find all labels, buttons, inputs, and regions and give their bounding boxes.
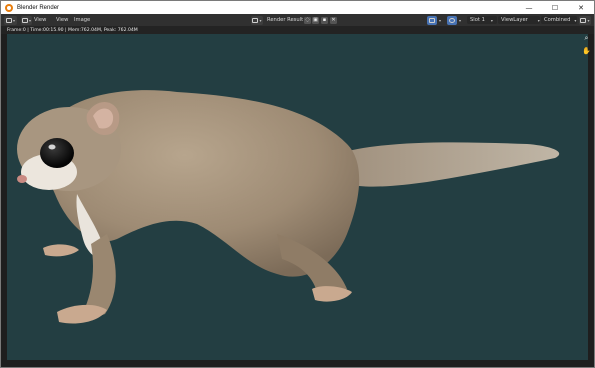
sidebar-icon [580, 17, 587, 23]
chevron-down-icon: ▾ [259, 17, 262, 23]
menu-view-2[interactable]: View [56, 14, 68, 26]
unlink-icon[interactable]: ✕ [330, 16, 337, 24]
chevron-down-icon[interactable]: ▾ [459, 14, 461, 26]
channels-icon [429, 17, 435, 23]
maximize-button[interactable]: ☐ [542, 1, 568, 14]
view-layer-label: ViewLayer [501, 17, 528, 23]
close-button[interactable]: ✕ [568, 1, 594, 14]
chevron-down-icon: ▾ [587, 17, 590, 23]
view-layer-select[interactable]: ViewLayer ▾ [498, 16, 540, 24]
chevron-down-icon: ▾ [537, 17, 540, 23]
browse-image-button[interactable]: ▾ [251, 15, 263, 25]
render-stats: Frame:0 | Time:00:15.90 | Mem:762.04M, P… [1, 26, 594, 34]
display-channels-button[interactable] [427, 15, 437, 25]
overlay-button[interactable] [447, 15, 457, 25]
squirrel-front-foot [57, 304, 107, 324]
new-image-icon[interactable]: ▣ [312, 16, 319, 24]
squirrel-tail [337, 142, 560, 187]
render-result-image[interactable] [7, 34, 588, 360]
chevron-down-icon: ▾ [490, 17, 493, 23]
sidebar-toggle-button[interactable]: ▾ [579, 15, 591, 25]
slot-select[interactable]: Slot 1 ▾ [467, 16, 497, 24]
image-name-field[interactable]: Render Result [267, 14, 303, 26]
view-mode-icon [22, 17, 28, 23]
squirrel-nose [17, 175, 27, 183]
blender-logo-icon [5, 3, 13, 12]
blender-render-window: Blender Render — ☐ ✕ ▾ ▾ View View Image… [0, 0, 595, 368]
title-bar[interactable]: Blender Render — ☐ ✕ [1, 1, 594, 14]
squirrel-eye [40, 138, 74, 168]
overlay-icon [449, 17, 455, 23]
image-viewport[interactable]: ⌕ ✋ [1, 34, 594, 367]
squirrel-left-paw [43, 244, 79, 257]
menu-image[interactable]: Image [74, 14, 90, 26]
image-editor-header: ▾ ▾ View View Image ▾ Render Result ◌ ▣ … [1, 14, 594, 26]
image-editor-icon [5, 17, 12, 23]
editor-type-button[interactable]: ▾ [4, 15, 17, 25]
image-browse-icon [252, 17, 259, 23]
minimize-button[interactable]: — [516, 1, 542, 14]
view-mode-button[interactable]: ▾ [21, 15, 32, 25]
slot-label: Slot 1 [470, 17, 485, 23]
open-folder-icon[interactable]: ▪ [321, 16, 328, 24]
chevron-down-icon: ▾ [12, 17, 15, 23]
render-pass-select[interactable]: Combined ▾ [541, 16, 577, 24]
window-controls: — ☐ ✕ [516, 1, 594, 14]
window-title: Blender Render [17, 4, 60, 11]
chevron-down-icon: ▾ [574, 17, 577, 23]
menu-view[interactable]: View [34, 14, 46, 26]
zoom-icon[interactable]: ⌕ [582, 34, 591, 43]
flying-squirrel-render [17, 90, 560, 324]
chevron-down-icon: ▾ [28, 17, 31, 23]
fake-user-icon[interactable]: ◌ [304, 16, 311, 24]
pan-hand-icon[interactable]: ✋ [582, 46, 591, 55]
chevron-down-icon[interactable]: ▾ [439, 14, 441, 26]
render-pass-label: Combined [544, 17, 571, 23]
